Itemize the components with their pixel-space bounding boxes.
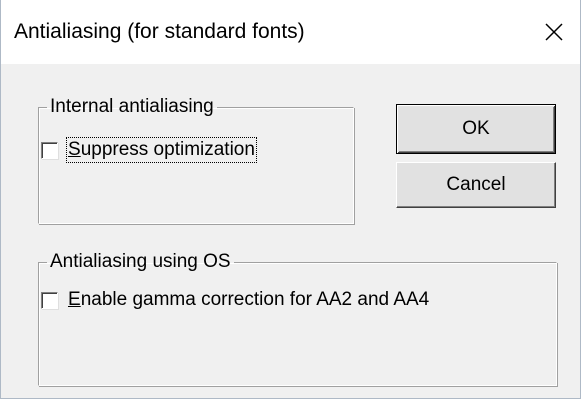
internal-antialiasing-legend: Internal antialiasing — [50, 96, 214, 117]
gamma-correction-label[interactable]: Enable gamma correction for AA2 and AA4 — [68, 289, 429, 311]
cancel-button[interactable]: Cancel — [396, 162, 556, 208]
gamma-correction-checkbox-row[interactable]: Enable gamma correction for AA2 and AA4 — [41, 289, 429, 311]
close-button[interactable] — [528, 0, 580, 64]
os-antialiasing-legend: Antialiasing using OS — [50, 251, 231, 272]
ok-button[interactable]: OK — [396, 104, 556, 154]
gamma-correction-mnemonic: E — [68, 289, 81, 310]
suppress-optimization-mnemonic: S — [68, 139, 81, 160]
os-antialiasing-group: Antialiasing using OS — [38, 251, 557, 386]
title-bar: Antialiasing (for standard fonts) — [1, 0, 580, 64]
suppress-optimization-checkbox[interactable] — [41, 141, 58, 159]
close-icon — [545, 23, 563, 41]
antialiasing-dialog: Antialiasing (for standard fonts) Intern… — [0, 0, 581, 399]
suppress-optimization-label-text: uppress optimization — [80, 139, 255, 160]
gamma-correction-checkbox[interactable] — [41, 291, 58, 309]
dialog-body: Internal antialiasing Suppress optimizat… — [1, 64, 580, 399]
suppress-optimization-label[interactable]: Suppress optimization — [66, 137, 257, 163]
window-title: Antialiasing (for standard fonts) — [14, 20, 305, 43]
suppress-optimization-checkbox-row[interactable]: Suppress optimization — [41, 137, 257, 163]
gamma-correction-label-text: nable gamma correction for AA2 and AA4 — [80, 289, 430, 310]
